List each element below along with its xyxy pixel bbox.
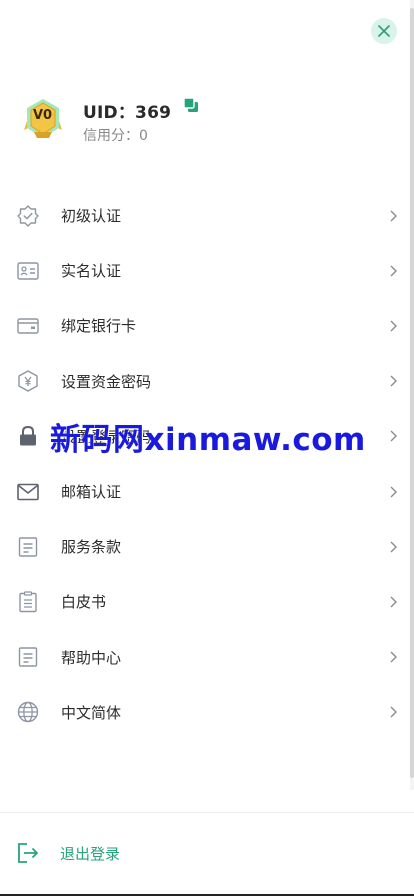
- menu-item-help-center[interactable]: 帮助中心: [0, 630, 414, 685]
- watermark-text: 新码网xinmaw.com: [50, 422, 366, 458]
- menu-item-terms-of-service[interactable]: 服务条款: [0, 519, 414, 574]
- chevron-right-icon: [390, 375, 397, 387]
- menu-item-fund-password[interactable]: 设置资金密码: [0, 354, 414, 409]
- vip-level-text: V0: [33, 108, 53, 123]
- chevron-right-icon: [390, 486, 397, 498]
- chevron-right-icon: [390, 430, 397, 442]
- menu-item-label: 中文简体: [61, 703, 122, 722]
- menu-item-label: 实名认证: [61, 262, 122, 281]
- chevron-right-icon: [390, 320, 397, 332]
- clipboard-icon: [16, 590, 40, 614]
- logout-label: 退出登录: [60, 844, 121, 863]
- menu-item-label: 服务条款: [61, 538, 122, 557]
- help-document-icon: [16, 645, 40, 669]
- credit-score: 信用分：0: [83, 128, 148, 144]
- yuan-shield-icon: [16, 369, 40, 393]
- divider: [0, 812, 414, 813]
- menu-item-email-verification[interactable]: 邮箱认证: [0, 464, 414, 519]
- mail-icon: [16, 480, 40, 504]
- profile-header: V0 UID：369 信用分：0: [18, 94, 398, 146]
- document-icon: [16, 535, 40, 559]
- shield-check-icon: [16, 204, 40, 228]
- menu-item-real-name-verification[interactable]: 实名认证: [0, 243, 414, 298]
- close-icon: [378, 25, 390, 37]
- chevron-right-icon: [390, 265, 397, 277]
- chevron-right-icon: [390, 596, 397, 608]
- id-card-icon: [16, 259, 40, 283]
- globe-icon: [16, 700, 40, 724]
- chevron-right-icon: [390, 651, 397, 663]
- copy-uid-icon[interactable]: [183, 96, 199, 113]
- menu-item-language[interactable]: 中文简体: [0, 685, 414, 740]
- logout-icon: [18, 843, 38, 863]
- menu-item-label: 帮助中心: [61, 648, 122, 667]
- scrollbar-thumb[interactable]: [410, 8, 414, 778]
- chevron-right-icon: [390, 706, 397, 718]
- wallet-card-icon: [16, 314, 40, 338]
- menu-item-bind-bank-card[interactable]: 绑定银行卡: [0, 298, 414, 353]
- menu-item-label: 白皮书: [61, 593, 107, 612]
- menu-list: 初级认证 实名认证 绑定银行卡 设置资金密码 设置登录密码 邮箱认证 服务条款 …: [0, 188, 414, 740]
- menu-item-label: 设置资金密码: [61, 372, 152, 391]
- menu-item-label: 绑定银行卡: [61, 317, 137, 336]
- logout-button[interactable]: 退出登录: [16, 841, 120, 865]
- chevron-right-icon: [390, 210, 397, 222]
- menu-item-label: 初级认证: [61, 207, 122, 226]
- lock-icon: [16, 424, 40, 448]
- close-button[interactable]: [371, 18, 397, 44]
- uid-text: UID：369: [83, 103, 172, 123]
- chevron-right-icon: [390, 541, 397, 553]
- menu-item-basic-verification[interactable]: 初级认证: [0, 188, 414, 243]
- menu-item-whitepaper[interactable]: 白皮书: [0, 574, 414, 629]
- menu-item-label: 邮箱认证: [61, 483, 122, 502]
